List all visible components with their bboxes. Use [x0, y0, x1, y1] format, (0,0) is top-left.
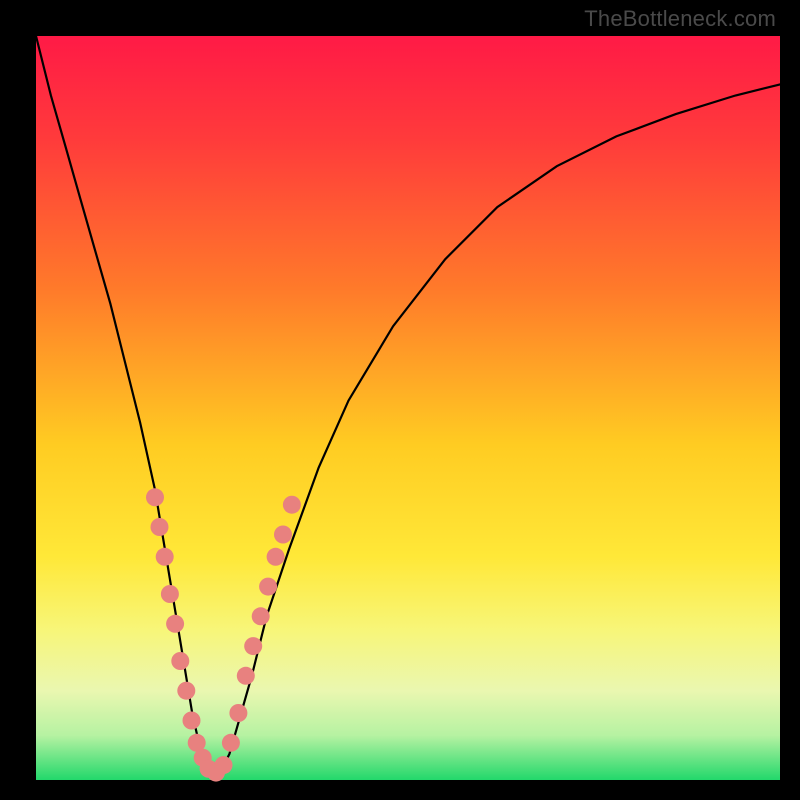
- sample-dot: [146, 488, 164, 506]
- sample-dot: [229, 704, 247, 722]
- chart-svg: [36, 36, 780, 780]
- outer-frame: TheBottleneck.com: [0, 0, 800, 800]
- sample-dot: [215, 756, 233, 774]
- watermark-text: TheBottleneck.com: [584, 6, 776, 32]
- sample-dot: [171, 652, 189, 670]
- sample-dot: [259, 578, 277, 596]
- sample-dot: [274, 526, 292, 544]
- sample-dot: [166, 615, 184, 633]
- sample-dot: [252, 607, 270, 625]
- sample-dot: [183, 712, 201, 730]
- sample-dot: [283, 496, 301, 514]
- sample-dots-group: [146, 488, 301, 781]
- sample-dot: [244, 637, 262, 655]
- bottleneck-curve: [36, 36, 780, 773]
- sample-dot: [151, 518, 169, 536]
- sample-dot: [222, 734, 240, 752]
- sample-dot: [161, 585, 179, 603]
- sample-dot: [237, 667, 255, 685]
- sample-dot: [177, 682, 195, 700]
- sample-dot: [267, 548, 285, 566]
- plot-area: [36, 36, 780, 780]
- sample-dot: [156, 548, 174, 566]
